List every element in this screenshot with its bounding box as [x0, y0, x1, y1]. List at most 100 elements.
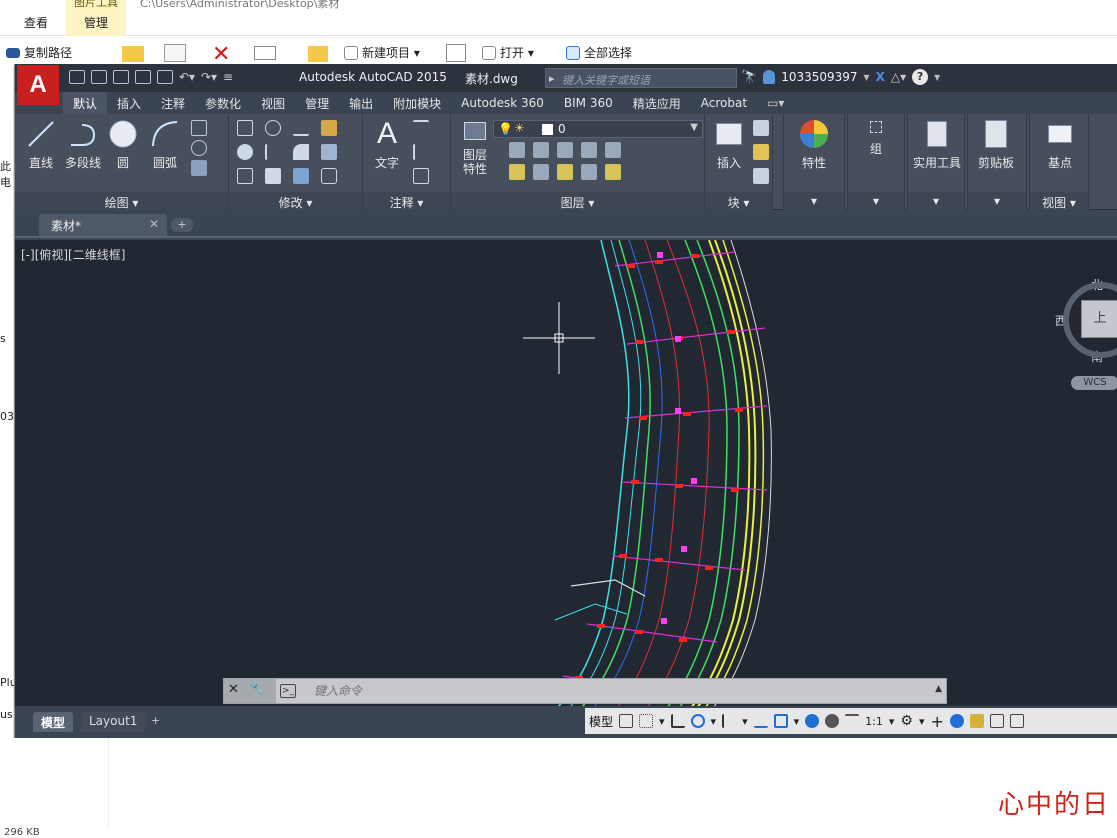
help-dropdown-icon[interactable]: ▾ — [934, 70, 940, 84]
osnap-icon[interactable] — [773, 714, 788, 728]
copy-tool-icon[interactable] — [237, 144, 253, 160]
layer-lock-icon[interactable] — [581, 164, 597, 180]
hardware-accel-icon[interactable] — [949, 714, 964, 728]
save-icon[interactable] — [113, 70, 129, 84]
ortho-icon[interactable] — [670, 714, 685, 728]
annotation-scale-icon[interactable] — [845, 714, 860, 728]
tab-featured-apps[interactable]: 精选应用 — [623, 92, 691, 115]
create-block-icon[interactable] — [753, 120, 769, 136]
new-tab-button[interactable]: + — [171, 218, 193, 232]
explode-icon[interactable] — [321, 144, 337, 160]
isolate-icon[interactable] — [969, 714, 984, 728]
nav-label[interactable]: us — [0, 708, 13, 721]
model-space-toggle[interactable]: 模型 — [589, 713, 613, 730]
panel-utilities-title[interactable]: ▾ — [908, 192, 964, 210]
dimension-icon[interactable] — [413, 120, 429, 136]
close-tab-icon[interactable]: ✕ — [149, 217, 159, 231]
scale-dropdown-icon[interactable]: ▾ — [889, 715, 895, 728]
explorer-tab-manage[interactable]: 图片工具 管理 — [66, 0, 126, 36]
rectangle-icon[interactable] — [191, 120, 207, 136]
save-as-icon[interactable] — [135, 70, 151, 84]
exchange-icon[interactable]: X — [876, 70, 885, 84]
tab-acrobat[interactable]: Acrobat — [691, 93, 757, 113]
new-layout-button[interactable]: + — [151, 714, 160, 727]
mirror-icon[interactable] — [265, 144, 281, 160]
layer-tool-icon[interactable] — [605, 142, 621, 158]
text-tool[interactable]: A 文字 — [365, 117, 409, 171]
customize-icon[interactable]: 🔧 — [249, 682, 265, 697]
tab-manage[interactable]: 管理 — [295, 92, 339, 115]
plus-icon[interactable]: + — [930, 712, 943, 731]
properties-icon[interactable] — [446, 44, 466, 62]
stretch-icon[interactable] — [237, 168, 253, 184]
tab-parametric[interactable]: 参数化 — [195, 92, 251, 115]
osnap-dropdown-icon[interactable]: ▾ — [794, 715, 800, 728]
tab-layout1[interactable]: Layout1 — [81, 712, 146, 732]
group-tool[interactable]: 组 — [854, 118, 898, 157]
application-menu-button[interactable]: A — [17, 65, 59, 105]
line-tool[interactable]: 直线 — [19, 118, 63, 171]
clipboard-tool[interactable]: 剪贴板 — [974, 118, 1018, 171]
open-button[interactable]: 打开 ▾ — [482, 44, 534, 61]
new-folder-icon[interactable] — [308, 46, 328, 62]
layer-tool-icon[interactable] — [533, 142, 549, 158]
annotation-scale[interactable]: 1:1 — [865, 715, 883, 728]
rotate-icon[interactable] — [265, 120, 281, 136]
polar-icon[interactable] — [690, 714, 705, 728]
tab-autodesk360[interactable]: Autodesk 360 — [451, 93, 554, 113]
doc-tab-file[interactable]: 素材* ✕ — [39, 214, 167, 236]
move-icon[interactable] — [237, 120, 253, 136]
edit-block-icon[interactable] — [753, 144, 769, 160]
workspace-dropdown-icon[interactable]: ▾ — [919, 715, 925, 728]
panel-layers-title[interactable]: 图层 ▾ — [451, 192, 704, 210]
circle-tool[interactable]: 圆 — [101, 118, 145, 171]
command-history-icon[interactable]: ▲ — [935, 684, 942, 694]
user-dropdown-icon[interactable]: ▾ — [864, 70, 870, 84]
panel-block-title[interactable]: 块 ▾ — [705, 192, 772, 210]
leader-icon[interactable] — [413, 144, 429, 160]
viewcube-face-top[interactable]: 上 — [1081, 300, 1117, 338]
fullscreen-icon[interactable] — [1009, 714, 1024, 728]
panel-annotation-title[interactable]: 注释 ▾ — [363, 192, 450, 210]
copy-path-button[interactable]: 复制路径 — [6, 44, 72, 61]
tab-insert[interactable]: 插入 — [107, 92, 151, 115]
panel-group-title[interactable]: ▾ — [848, 192, 904, 210]
isodraft-icon[interactable] — [722, 714, 736, 728]
layer-tool-icon[interactable] — [533, 164, 549, 180]
fillet-icon[interactable] — [293, 144, 309, 160]
new-item-button[interactable]: 新建项目 ▾ — [344, 44, 420, 61]
new-icon[interactable] — [69, 70, 85, 84]
nav-label[interactable]: 此电 — [0, 158, 13, 190]
nav-label[interactable]: s — [0, 332, 6, 345]
utilities-tool[interactable]: 实用工具 — [908, 118, 966, 171]
layer-lock-icon[interactable] — [581, 142, 597, 158]
tab-addins[interactable]: 附加模块 — [383, 92, 451, 115]
tab-output[interactable]: 输出 — [339, 92, 383, 115]
workspace-gear-icon[interactable]: ⚙ — [900, 713, 913, 729]
explorer-tab-view[interactable]: 查看 — [24, 14, 48, 31]
search-input[interactable]: 键入关键字或短语 — [545, 68, 737, 88]
tab-model[interactable]: 模型 — [33, 712, 74, 732]
hatch-icon[interactable] — [191, 160, 207, 176]
arc-tool[interactable]: 圆弧 — [143, 118, 187, 171]
drawing-canvas[interactable]: [-][俯视][二维线框] 北 西 南 上 WCS — [15, 240, 1117, 706]
trim-icon[interactable] — [293, 120, 309, 136]
tab-default[interactable]: 默认 — [63, 91, 108, 115]
redo-icon[interactable]: ↷▾ — [201, 70, 217, 84]
close-command-line-icon[interactable]: ✕ — [228, 682, 239, 697]
panel-view-title[interactable]: 视图 ▾ — [1030, 192, 1088, 210]
ellipse-icon[interactable] — [191, 140, 207, 156]
qat-menu-icon[interactable]: ≡ — [223, 70, 239, 84]
attribute-icon[interactable] — [753, 168, 769, 184]
isodraft-dropdown-icon[interactable]: ▾ — [742, 715, 748, 728]
ribbon-minimize-icon[interactable]: ▭▾ — [757, 93, 794, 113]
scale-icon[interactable] — [265, 168, 281, 184]
select-all-button[interactable]: 全部选择 — [566, 44, 632, 61]
base-tool[interactable]: 基点 — [1038, 118, 1082, 171]
panel-modify-title[interactable]: 修改 ▾ — [229, 192, 362, 210]
open-file-icon[interactable] — [91, 70, 107, 84]
table-icon[interactable] — [413, 168, 429, 184]
layer-tool-icon[interactable] — [509, 164, 525, 180]
tab-view[interactable]: 视图 — [251, 92, 295, 115]
user-icon[interactable] — [763, 70, 776, 84]
